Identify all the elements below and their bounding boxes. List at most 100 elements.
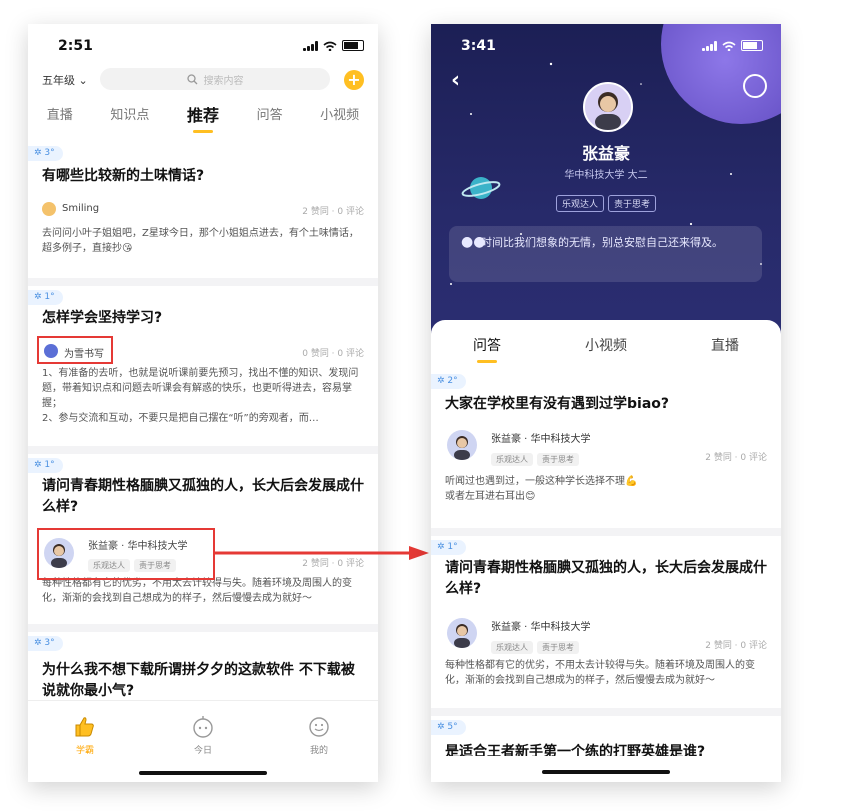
tab-recommend[interactable]: 推荐 — [187, 102, 219, 133]
heat-value: 5° — [447, 722, 458, 732]
question-title[interactable]: 怎样学会坚持学习? — [42, 308, 367, 329]
question-title[interactable]: 为什么我不想下载所谓拼夕夕的这款软件 不下载被说就你最小气? — [42, 660, 367, 702]
heat-badge: ✲ 1° — [28, 290, 63, 305]
question-title[interactable]: 请问青春期性格腼腆又孤独的人，长大后会发展成什么样? — [42, 476, 367, 518]
feed-header: 2:51 五年级 ⌄ 搜索内容 + 直播 知识点 推荐 问答 小视频 — [28, 24, 378, 159]
arrow-icon — [213, 546, 429, 560]
signal-icon — [702, 40, 717, 51]
back-icon[interactable]: ‹ — [451, 68, 460, 93]
heat-badge: ✲ 3° — [28, 636, 63, 651]
thumbs-up-icon — [75, 717, 94, 737]
profile-tag: 乐观达人 — [555, 195, 604, 212]
status-icons — [303, 40, 364, 51]
nav-xueba[interactable]: 学霸 — [50, 715, 120, 756]
user-tag: 责于思考 — [537, 453, 579, 466]
grade-selector[interactable]: 五年级 ⌄ — [42, 72, 88, 88]
avatar[interactable] — [42, 202, 56, 216]
user-name[interactable]: 张益豪 · 华中科技大学 — [491, 618, 591, 633]
tab-short-video[interactable]: 小视频 — [585, 335, 627, 355]
search-placeholder: 搜索内容 — [203, 75, 244, 87]
answer-text[interactable]: 1、有准备的去听，也就是说听课前要先预习，找出不懂的知识、发现问题，带着知识点和… — [42, 366, 367, 426]
question-card[interactable]: ✲ 5° 是适合王者新手第一个练的打野英雄是谁? — [431, 716, 781, 782]
user-name[interactable]: Smiling — [62, 203, 99, 214]
nav-label: 我的 — [309, 746, 328, 756]
heat-value: 3° — [44, 148, 55, 158]
heat-badge: ✲ 3° — [28, 146, 63, 161]
question-card[interactable]: ✲ 1° 请问青春期性格腼腆又孤独的人，长大后会发展成什么样? 张益豪 · 华中… — [28, 454, 378, 624]
heat-badge: ✲ 2° — [431, 374, 466, 389]
signal-icon — [303, 40, 318, 51]
tab-live[interactable]: 直播 — [711, 335, 739, 355]
avatar[interactable] — [447, 618, 477, 648]
heat-badge: ✲ 1° — [28, 458, 63, 473]
user-tag: 乐观达人 — [491, 453, 533, 466]
nav-today[interactable]: 今日 — [168, 715, 238, 756]
heat-value: 2° — [447, 376, 458, 386]
motto-text: 时间比我们想象的无情，别总安慰自己还来得及。 — [481, 236, 723, 249]
heat-value: 1° — [44, 460, 55, 470]
home-indicator — [139, 771, 267, 775]
chevron-down-icon: ⌄ — [78, 74, 88, 87]
feed-screen: 2:51 五年级 ⌄ 搜索内容 + 直播 知识点 推荐 问答 小视频 ✲ 3° … — [28, 24, 378, 782]
heat-value: 1° — [44, 292, 55, 302]
search-input[interactable]: 搜索内容 — [100, 68, 330, 90]
answer-text[interactable]: 去问问小叶子姐姐吧，Z星球今日，那个小姐姐点进去，有个土味情话，超多例子，直接抄… — [42, 226, 367, 256]
answer-text[interactable]: 每种性格都有它的优劣，不用太去计较得与失。随着环境及周围人的变化，渐渐的会找到自… — [445, 658, 770, 688]
question-card[interactable]: ✲ 3° 有哪些比较新的土味情话? Smiling 2 赞同 · 0 评论 去问… — [28, 142, 378, 278]
battery-icon — [741, 40, 763, 51]
user-tags: 乐观达人 责于思考 — [491, 635, 583, 654]
highlight-box — [37, 528, 215, 580]
tab-live[interactable]: 直播 — [47, 104, 73, 128]
highlight-box — [37, 336, 113, 364]
profile-motto: ●● 时间比我们想象的无情，别总安慰自己还来得及。 — [449, 226, 762, 282]
home-indicator — [542, 770, 670, 774]
card-stats: 0 赞同 · 0 评论 — [302, 349, 364, 359]
battery-icon — [342, 40, 364, 51]
question-title[interactable]: 是适合王者新手第一个练的打野英雄是谁? — [445, 742, 770, 756]
bottom-nav: 学霸 今日 我的 — [28, 700, 378, 782]
card-stats: 2 赞同 · 0 评论 — [302, 207, 364, 217]
status-time: 3:41 — [461, 38, 496, 54]
status-icons — [702, 40, 763, 51]
question-card[interactable]: ✲ 1° 请问青春期性格腼腆又孤独的人，长大后会发展成什么样? 张益豪 · 华中… — [431, 536, 781, 708]
tab-short-video[interactable]: 小视频 — [320, 104, 359, 128]
feed-tabs: 直播 知识点 推荐 问答 小视频 — [28, 102, 378, 133]
answer-text[interactable]: 听闻过也遇到过，一般这种学长选择不理💪 或者左耳进右耳出😊 — [445, 474, 770, 504]
tab-qa[interactable]: 问答 — [257, 104, 283, 128]
user-tag: 责于思考 — [537, 641, 579, 654]
profile-tabs: 问答 小视频 直播 — [431, 320, 781, 370]
nav-mine[interactable]: 我的 — [284, 715, 354, 756]
card-stats: 2 赞同 · 0 评论 — [705, 641, 767, 651]
heat-badge: ✲ 5° — [431, 720, 466, 735]
share-icon[interactable] — [743, 74, 767, 98]
avatar[interactable] — [447, 430, 477, 460]
profile-avatar[interactable] — [583, 82, 633, 132]
grade-label: 五年级 — [42, 74, 75, 87]
user-name[interactable]: 张益豪 · 华中科技大学 — [491, 430, 591, 445]
nav-label: 今日 — [193, 746, 212, 756]
profile-tag: 责于思考 — [608, 195, 657, 212]
answer-text[interactable]: 每种性格都有它的优劣，不用太去计较得与失。随着环境及周围人的变化，渐渐的会找到自… — [42, 576, 367, 606]
profile-school: 华中科技大学 大二 — [564, 170, 648, 181]
question-card[interactable]: ✲ 1° 怎样学会坚持学习? 为雪书写 0 赞同 · 0 评论 1、有准备的去听… — [28, 286, 378, 446]
card-stats: 2 赞同 · 0 评论 — [705, 453, 767, 463]
question-title[interactable]: 大家在学校里有没有遇到过学biao? — [445, 394, 770, 415]
profile-header: 3:41 ‹ 张益豪 华中科技大学 大二 乐观达人 责于思考 ●● 时间比我们想象… — [431, 24, 781, 344]
user-tags: 乐观达人 责于思考 — [491, 447, 583, 466]
user-tag: 乐观达人 — [491, 641, 533, 654]
heat-value: 3° — [44, 638, 55, 648]
question-card[interactable]: ✲ 2° 大家在学校里有没有遇到过学biao? 张益豪 · 华中科技大学 乐观达… — [431, 370, 781, 528]
profile-tags: 乐观达人 责于思考 — [431, 192, 781, 212]
search-icon — [186, 73, 197, 84]
tab-qa[interactable]: 问答 — [473, 335, 501, 363]
question-title[interactable]: 请问青春期性格腼腆又孤独的人，长大后会发展成什么样? — [445, 558, 770, 600]
quote-icon: ●● — [461, 234, 486, 250]
question-title[interactable]: 有哪些比较新的土味情话? — [42, 166, 367, 187]
wifi-icon — [722, 41, 736, 51]
tab-knowledge[interactable]: 知识点 — [110, 104, 149, 128]
robot-face-icon — [193, 716, 213, 738]
wifi-icon — [323, 41, 337, 51]
profile-name: 张益豪 — [581, 144, 630, 163]
add-button[interactable]: + — [344, 70, 364, 90]
status-time: 2:51 — [58, 38, 93, 54]
